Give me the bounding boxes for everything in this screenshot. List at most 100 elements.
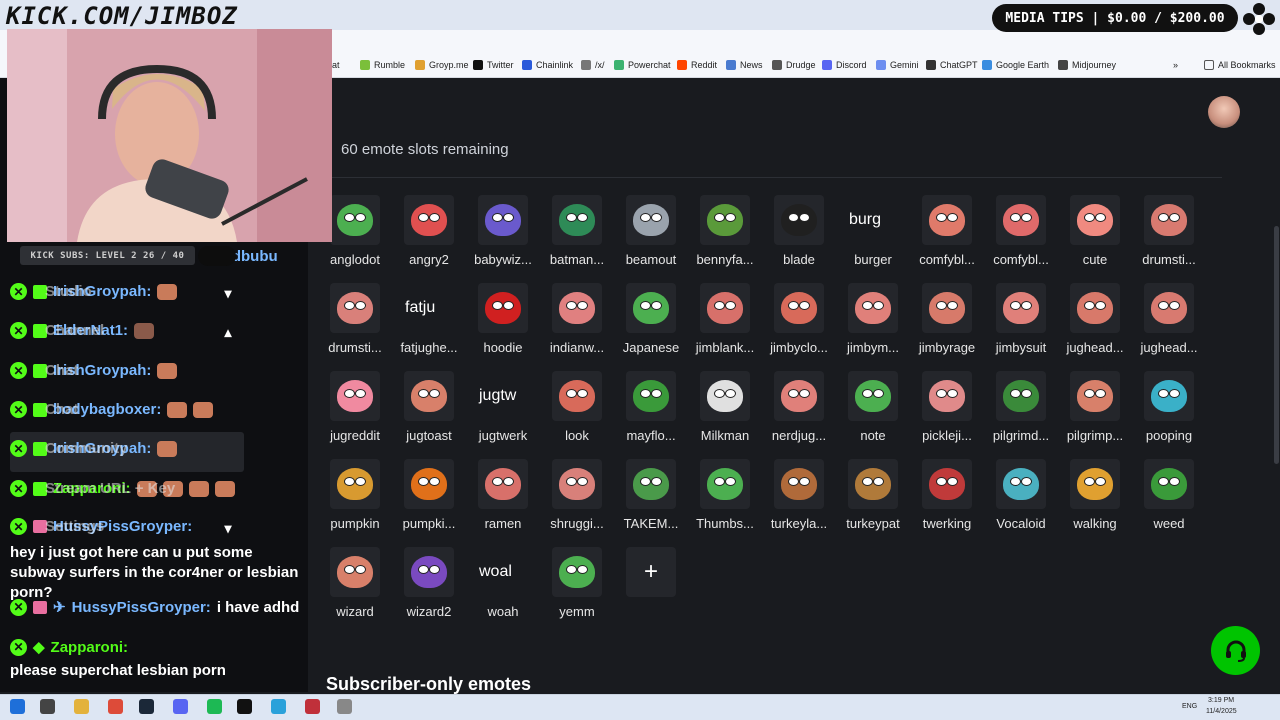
emote-item[interactable]: jughead... xyxy=(1132,283,1206,365)
emote-item[interactable]: Vocaloid xyxy=(984,459,1058,541)
emote-face-icon xyxy=(411,204,447,236)
emote-item[interactable]: batman... xyxy=(540,195,614,277)
emote-item[interactable]: turkeyla... xyxy=(762,459,836,541)
emote-item[interactable]: pumpki... xyxy=(392,459,466,541)
emote-item[interactable]: Thumbs... xyxy=(688,459,762,541)
emote-item[interactable]: burg burger xyxy=(836,195,910,277)
support-chat-button[interactable] xyxy=(1211,626,1260,675)
emote-image: jugtw xyxy=(478,371,528,421)
bookmark-item[interactable]: ChatGPT xyxy=(926,60,978,70)
bookmark-item[interactable]: at xyxy=(332,60,340,70)
spotify-icon[interactable] xyxy=(207,699,222,714)
file-explorer-icon[interactable] xyxy=(74,699,89,714)
chat-username[interactable]: HussyPissGroyper: xyxy=(72,599,211,616)
emote-face-icon xyxy=(781,292,817,324)
emote-item[interactable]: yemm xyxy=(540,547,614,629)
bookmark-item[interactable]: Chainlink xyxy=(522,60,573,70)
emote-item[interactable]: walking xyxy=(1058,459,1132,541)
emote-item[interactable]: twerking xyxy=(910,459,984,541)
terminal-icon[interactable] xyxy=(237,699,252,714)
bookmark-item[interactable]: Powerchat xyxy=(614,60,671,70)
emote-item[interactable]: jugtw jugtwerk xyxy=(466,371,540,453)
emote-item[interactable]: nerdjug... xyxy=(762,371,836,453)
emote-item[interactable]: pilgrimd... xyxy=(984,371,1058,453)
bookmark-item[interactable]: Reddit xyxy=(677,60,717,70)
emote-item[interactable]: comfybl... xyxy=(984,195,1058,277)
emote-item[interactable]: bennyfa... xyxy=(688,195,762,277)
telegram-icon[interactable] xyxy=(271,699,286,714)
bookmarks-overflow-icon[interactable]: » xyxy=(1173,60,1178,70)
emote-face-icon xyxy=(707,468,743,500)
all-bookmarks-button[interactable]: All Bookmarks xyxy=(1204,60,1276,70)
emote-item[interactable]: cute xyxy=(1058,195,1132,277)
bookmark-item[interactable]: Discord xyxy=(822,60,867,70)
emote-item[interactable]: jimblank... xyxy=(688,283,762,365)
bookmark-item[interactable]: Groyp.me xyxy=(415,60,469,70)
emote-item[interactable]: pilgrimp... xyxy=(1058,371,1132,453)
emote-item[interactable]: jimbym... xyxy=(836,283,910,365)
emote-item[interactable]: jughead... xyxy=(1058,283,1132,365)
discord-icon[interactable] xyxy=(173,699,188,714)
emote-face-icon xyxy=(707,380,743,412)
bookmark-item[interactable]: /x/ xyxy=(581,60,605,70)
emote-item[interactable]: jugreddit xyxy=(318,371,392,453)
emote-item[interactable]: mayflo... xyxy=(614,371,688,453)
clock-date[interactable]: 11/4/2025 xyxy=(1206,708,1237,715)
chat-username[interactable]: Zapparoni: xyxy=(51,639,129,656)
emote-item[interactable]: Japanese xyxy=(614,283,688,365)
windows-start-icon[interactable] xyxy=(10,699,25,714)
chevron-up-icon[interactable]: ▴ xyxy=(218,324,238,344)
emote-item[interactable]: jimbysuit xyxy=(984,283,1058,365)
emote-item[interactable]: comfybl... xyxy=(910,195,984,277)
emote-item[interactable]: pooping xyxy=(1132,371,1206,453)
emote-item[interactable]: woal woah xyxy=(466,547,540,629)
emote-item[interactable]: shruggi... xyxy=(540,459,614,541)
emote-item[interactable]: ramen xyxy=(466,459,540,541)
chevron-down-icon[interactable]: ▾ xyxy=(218,285,238,305)
emote-item[interactable]: look xyxy=(540,371,614,453)
bookmark-item[interactable]: Google Earth xyxy=(982,60,1049,70)
clock-time[interactable]: 3:19 PM xyxy=(1208,697,1234,704)
emote-item[interactable]: drumsti... xyxy=(1132,195,1206,277)
emote-item[interactable]: hoodie xyxy=(466,283,540,365)
emote-image xyxy=(700,195,750,245)
bookmark-item[interactable]: Midjourney xyxy=(1058,60,1116,70)
emote-item[interactable]: drumsti... xyxy=(318,283,392,365)
emote-item[interactable]: fatju fatjughe... xyxy=(392,283,466,365)
chrome-icon[interactable] xyxy=(108,699,123,714)
emote-item[interactable]: jugtoast xyxy=(392,371,466,453)
task-view-icon[interactable] xyxy=(40,699,55,714)
emote-item[interactable]: indianw... xyxy=(540,283,614,365)
emote-item[interactable]: weed xyxy=(1132,459,1206,541)
emote-item[interactable]: pumpkin xyxy=(318,459,392,541)
bookmark-item[interactable]: Twitter xyxy=(473,60,514,70)
steam-icon[interactable] xyxy=(139,699,154,714)
emote-item[interactable]: turkeypat xyxy=(836,459,910,541)
app-icon[interactable] xyxy=(337,699,352,714)
emote-item[interactable]: wizard xyxy=(318,547,392,629)
add-emote-button[interactable]: + xyxy=(614,547,688,629)
emote-item[interactable]: blade xyxy=(762,195,836,277)
bookmark-item[interactable]: Drudge xyxy=(772,60,816,70)
bookmark-item[interactable]: Gemini xyxy=(876,60,919,70)
bookmark-favicon-icon xyxy=(822,60,832,70)
chevron-down-icon[interactable]: ▾ xyxy=(218,520,238,540)
emote-item[interactable]: jimbyclo... xyxy=(762,283,836,365)
emote-item[interactable]: angry2 xyxy=(392,195,466,277)
scrollbar[interactable] xyxy=(1274,226,1279,464)
emote-name: pickleji... xyxy=(922,428,972,443)
bookmark-item[interactable]: Rumble xyxy=(360,60,405,70)
bookmark-label: Groyp.me xyxy=(429,60,469,70)
emote-item[interactable]: TAKEM... xyxy=(614,459,688,541)
emote-item[interactable]: pickleji... xyxy=(910,371,984,453)
emote-item[interactable]: wizard2 xyxy=(392,547,466,629)
bookmark-item[interactable]: News xyxy=(726,60,763,70)
emote-item[interactable]: Milkman xyxy=(688,371,762,453)
emote-item[interactable]: note xyxy=(836,371,910,453)
emote-item[interactable]: beamout xyxy=(614,195,688,277)
user-avatar[interactable] xyxy=(1208,96,1240,128)
app-icon[interactable] xyxy=(305,699,320,714)
emote-item[interactable]: jimbyrage xyxy=(910,283,984,365)
language-indicator[interactable]: ENG xyxy=(1182,703,1197,710)
emote-item[interactable]: babywiz... xyxy=(466,195,540,277)
